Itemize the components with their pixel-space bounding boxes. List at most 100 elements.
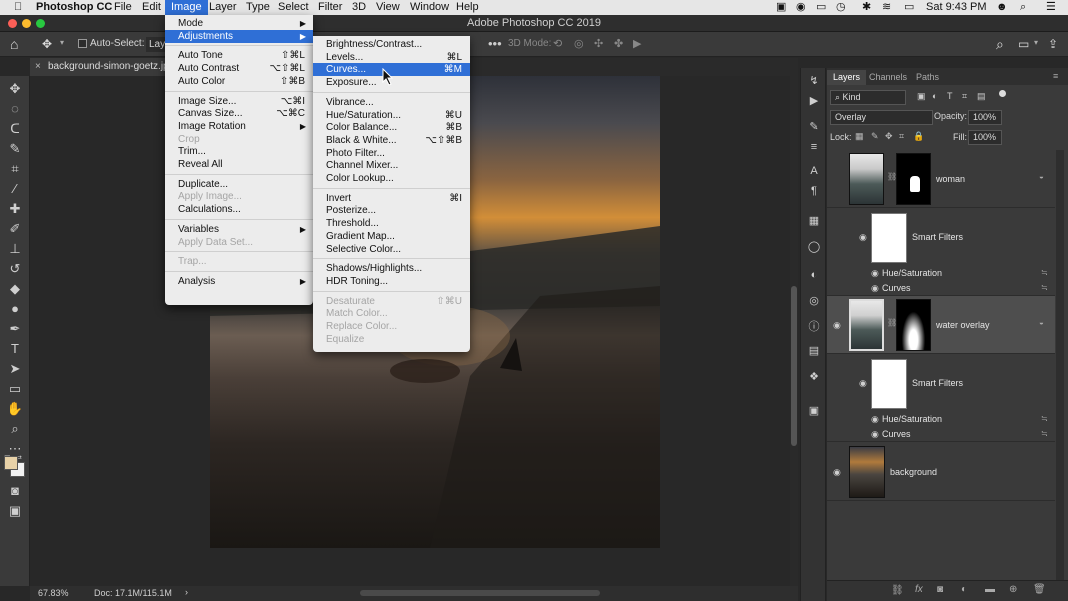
adjustments-item-selective-color[interactable]: Selective Color... [313,243,470,256]
filter-row[interactable]: ◉ Curves ≒ [827,427,1055,442]
filter-options-icon[interactable]: ≒ [1041,414,1048,423]
filter-row[interactable]: ◉ Hue/Saturation ≒ [827,266,1055,281]
lock-artboard-icon[interactable]: ⌗ [899,131,904,142]
notification-center-icon[interactable]: ☰ [1040,0,1062,15]
menu-type[interactable]: Type [240,0,276,15]
menu-view[interactable]: View [370,0,406,15]
image-menu-item-auto-tone[interactable]: Auto Tone ⇧⌘L [165,49,313,62]
workspace-icon[interactable]: ▭ [1018,37,1029,51]
adjustments-item-invert[interactable]: Invert ⌘I [313,192,470,205]
character-panel-icon[interactable]: A [807,164,821,178]
image-menu-item-trim[interactable]: Trim... [165,145,313,158]
tool-preset-chevron-icon[interactable]: ▾ [60,38,64,47]
layer-water-overlay[interactable]: ◉ ⛓ water overlay ◒ [827,296,1055,354]
3d-panel-icon[interactable]: ❖ [807,370,821,384]
creative-cloud-icon[interactable]: ◉ [790,0,812,15]
properties-panel-icon[interactable]: ▣ [807,404,821,418]
opacity-input[interactable]: 100% [968,110,1002,125]
filter-adjustment-icon[interactable]: ◐ [932,91,937,101]
image-menu-item-variables[interactable]: Variables ▶ [165,223,313,236]
eye-icon[interactable]: ◉ [859,232,867,243]
filter-options-icon[interactable]: ≒ [1041,429,1048,438]
clone-stamp-tool-icon[interactable]: ⊥ [5,240,25,258]
adjustments-item-color-balance[interactable]: Color Balance... ⌘B [313,121,470,134]
move-tool-icon[interactable]: ✥ [42,37,52,51]
search-icon[interactable]: ⌕ [996,36,1004,53]
delete-layer-icon[interactable]: 🗑 [1033,584,1046,595]
add-mask-icon[interactable]: ◙ [937,584,943,595]
smart-filters-row[interactable]: ◉ Smart Filters [827,356,1055,412]
battery-icon[interactable]: ▭ [898,0,920,15]
paragraph-panel-icon[interactable]: ¶ [807,184,821,198]
brush-settings-icon[interactable]: ✎ [807,120,821,134]
lock-image-icon[interactable]: ✎ [871,131,879,142]
lock-transparent-icon[interactable]: ▦ [855,131,864,142]
menu-filter[interactable]: Filter [312,0,348,15]
image-menu-item-auto-contrast[interactable]: Auto Contrast ⌥⇧⌘L [165,62,313,75]
adjustments-item-shadows-highlights[interactable]: Shadows/Highlights... [313,262,470,275]
image-menu-item-adjustments[interactable]: Adjustments ▶ [165,29,313,43]
more-options-icon[interactable]: ••• [488,36,502,51]
move-tool-icon[interactable]: ✥ [5,80,25,98]
tab-layers[interactable]: Layers [827,70,867,85]
menu-app[interactable]: Photoshop CC [30,0,118,15]
share-icon[interactable]: ⇪ [1048,37,1058,51]
layer-mask-thumbnail[interactable] [896,299,931,351]
image-menu-item-reveal-all[interactable]: Reveal All [165,158,313,171]
canvas-scrollbar[interactable] [790,76,798,586]
new-adjustment-icon[interactable]: ◐ [961,584,967,595]
eye-icon[interactable]: ◉ [871,283,879,294]
eye-icon[interactable]: ◉ [871,268,879,279]
healing-brush-tool-icon[interactable]: ✚ [5,200,25,218]
link-layers-icon[interactable]: ⛓ [891,585,904,596]
layer-background[interactable]: ◉ background [827,443,1055,501]
menubar-clock[interactable]: Sat 9:43 PM [920,0,993,15]
horizontal-scrollbar[interactable] [360,590,600,596]
image-menu-item-canvas-size[interactable]: Canvas Size... ⌥⌘C [165,107,313,120]
image-menu-item-image-rotation[interactable]: Image Rotation ▶ [165,120,313,133]
lock-all-icon[interactable]: 🔒 [913,131,924,142]
timemachine-icon[interactable]: ◷ [830,0,852,15]
adjustments-item-threshold[interactable]: Threshold... [313,217,470,230]
tab-paths[interactable]: Paths [910,70,945,85]
brush-tool-icon[interactable]: ✐ [5,220,25,238]
rectangle-tool-icon[interactable]: ▭ [5,380,25,398]
adjustments-item-black-white[interactable]: Black & White... ⌥⇧⌘B [313,134,470,147]
smart-filter-fx-icon[interactable]: ◒ [1039,172,1044,181]
adjustments-item-hue-saturation[interactable]: Hue/Saturation... ⌘U [313,109,470,122]
eyedropper-tool-icon[interactable]: ⁄ [5,180,25,198]
image-menu-item-image-size[interactable]: Image Size... ⌥⌘I [165,95,313,108]
adjustments-item-vibrance[interactable]: Vibrance... [313,96,470,109]
type-tool-icon[interactable]: T [5,340,25,358]
close-tab-icon[interactable]: × [35,58,41,76]
navigator-panel-icon[interactable]: ▤ [807,344,821,358]
filter-shape-icon[interactable]: ⌗ [962,91,967,102]
menu-image[interactable]: Image [165,0,208,15]
filter-type-icon[interactable]: T [947,91,953,101]
dodge-tool-icon[interactable]: ● [5,300,25,318]
pen-tool-icon[interactable]: ✒ [5,320,25,338]
eye-icon[interactable]: ◉ [833,467,841,478]
image-menu-item-mode[interactable]: Mode ▶ [165,17,313,30]
home-icon[interactable]: ⌂ [10,36,18,52]
menu-file[interactable]: File [108,0,138,15]
smart-filter-mask[interactable] [871,213,907,263]
3d-scale-icon[interactable]: ▶ [633,37,641,50]
filter-row[interactable]: ◉ Hue/Saturation ≒ [827,412,1055,427]
status-menu-arrow-icon[interactable]: › [185,587,188,597]
smart-filters-row[interactable]: ◉ Smart Filters [827,210,1055,266]
menu-layer[interactable]: Layer [203,0,243,15]
styles-panel-icon[interactable]: ◎ [807,294,821,308]
screen-mode-icon[interactable]: ▣ [5,502,25,520]
eye-icon[interactable]: ◉ [859,378,867,389]
adjustments-item-channel-mixer[interactable]: Channel Mixer... [313,159,470,172]
apple-icon[interactable]:  [8,0,28,15]
menu-window[interactable]: Window [404,0,455,15]
swatches-panel-icon[interactable]: ▦ [807,214,821,228]
eye-icon[interactable]: ◉ [833,320,841,331]
crop-tool-icon[interactable]: ⌗ [5,160,25,178]
filter-options-icon[interactable]: ≒ [1041,268,1048,277]
new-group-icon[interactable]: ▬ [985,584,995,595]
brushes-panel-icon[interactable]: ≡ [807,140,821,154]
blend-mode-select[interactable]: Overlay [830,110,933,125]
